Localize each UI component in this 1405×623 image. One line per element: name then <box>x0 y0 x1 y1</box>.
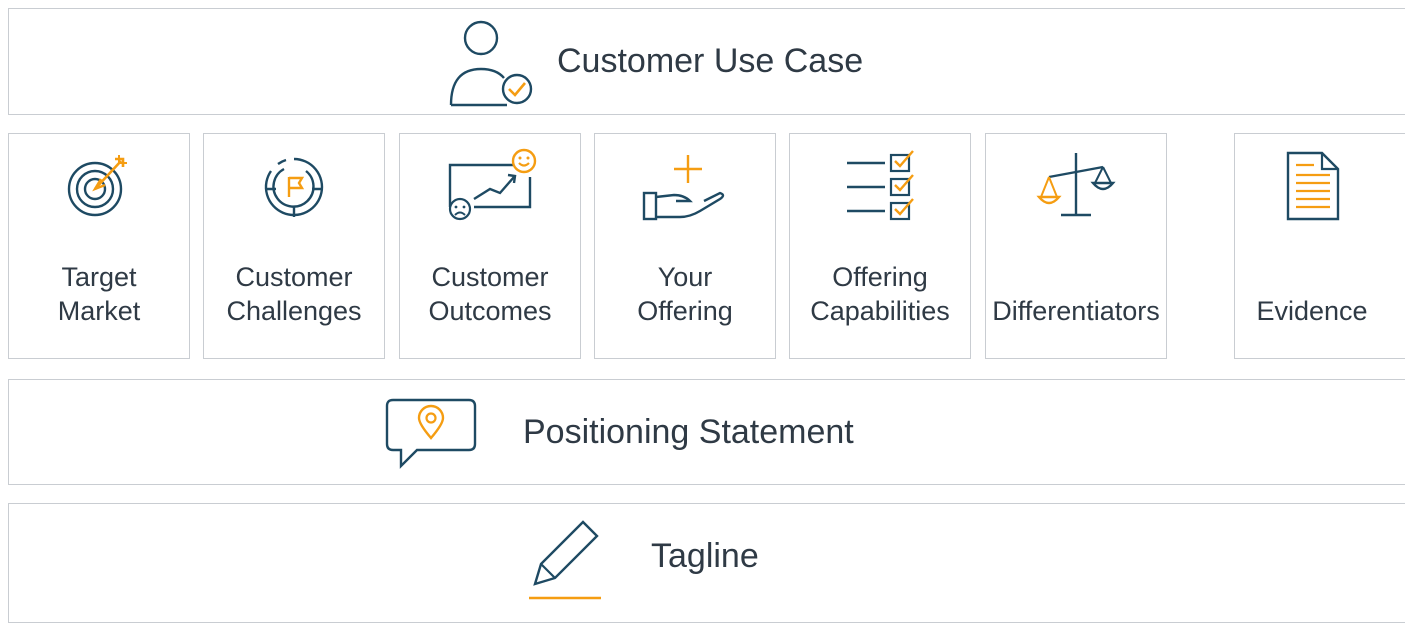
card-label: Differentiators <box>992 296 1160 326</box>
speech-bubble-pin-icon <box>385 392 477 472</box>
card-label: Evidence <box>1256 296 1368 326</box>
tagline-box: Tagline <box>8 503 1405 623</box>
card-your-offering: Your Offering <box>594 133 776 359</box>
positioning-statement-title: Positioning Statement <box>523 412 854 451</box>
card-label: Customer Challenges <box>226 262 362 326</box>
hand-offering-plus-icon <box>640 149 730 230</box>
target-arrow-icon <box>61 149 137 230</box>
balance-scale-icon <box>1033 149 1119 230</box>
maze-flag-icon <box>256 149 332 230</box>
card-differentiators: Differentiators <box>985 133 1167 359</box>
document-icon <box>1282 149 1342 230</box>
card-customer-outcomes: Customer Outcomes <box>399 133 581 359</box>
checklist-icon <box>837 149 923 230</box>
user-check-icon <box>447 17 543 107</box>
card-label: Target Market <box>57 262 141 326</box>
card-target-market: Target Market <box>8 133 190 359</box>
card-customer-challenges: Customer Challenges <box>203 133 385 359</box>
card-evidence: Evidence <box>1234 133 1405 359</box>
sad-to-happy-chart-icon <box>444 148 537 230</box>
card-label: Customer Outcomes <box>428 262 552 326</box>
customer-use-case-title: Customer Use Case <box>557 42 864 80</box>
card-label: Offering Capabilities <box>810 262 950 326</box>
tagline-title: Tagline <box>651 536 759 575</box>
pencil-icon <box>521 512 611 600</box>
card-label: Your Offering <box>637 262 733 326</box>
card-offering-capabilities: Offering Capabilities <box>789 133 971 359</box>
customer-use-case-box: Customer Use Case <box>8 8 1405 115</box>
positioning-statement-box: Positioning Statement <box>8 379 1405 485</box>
